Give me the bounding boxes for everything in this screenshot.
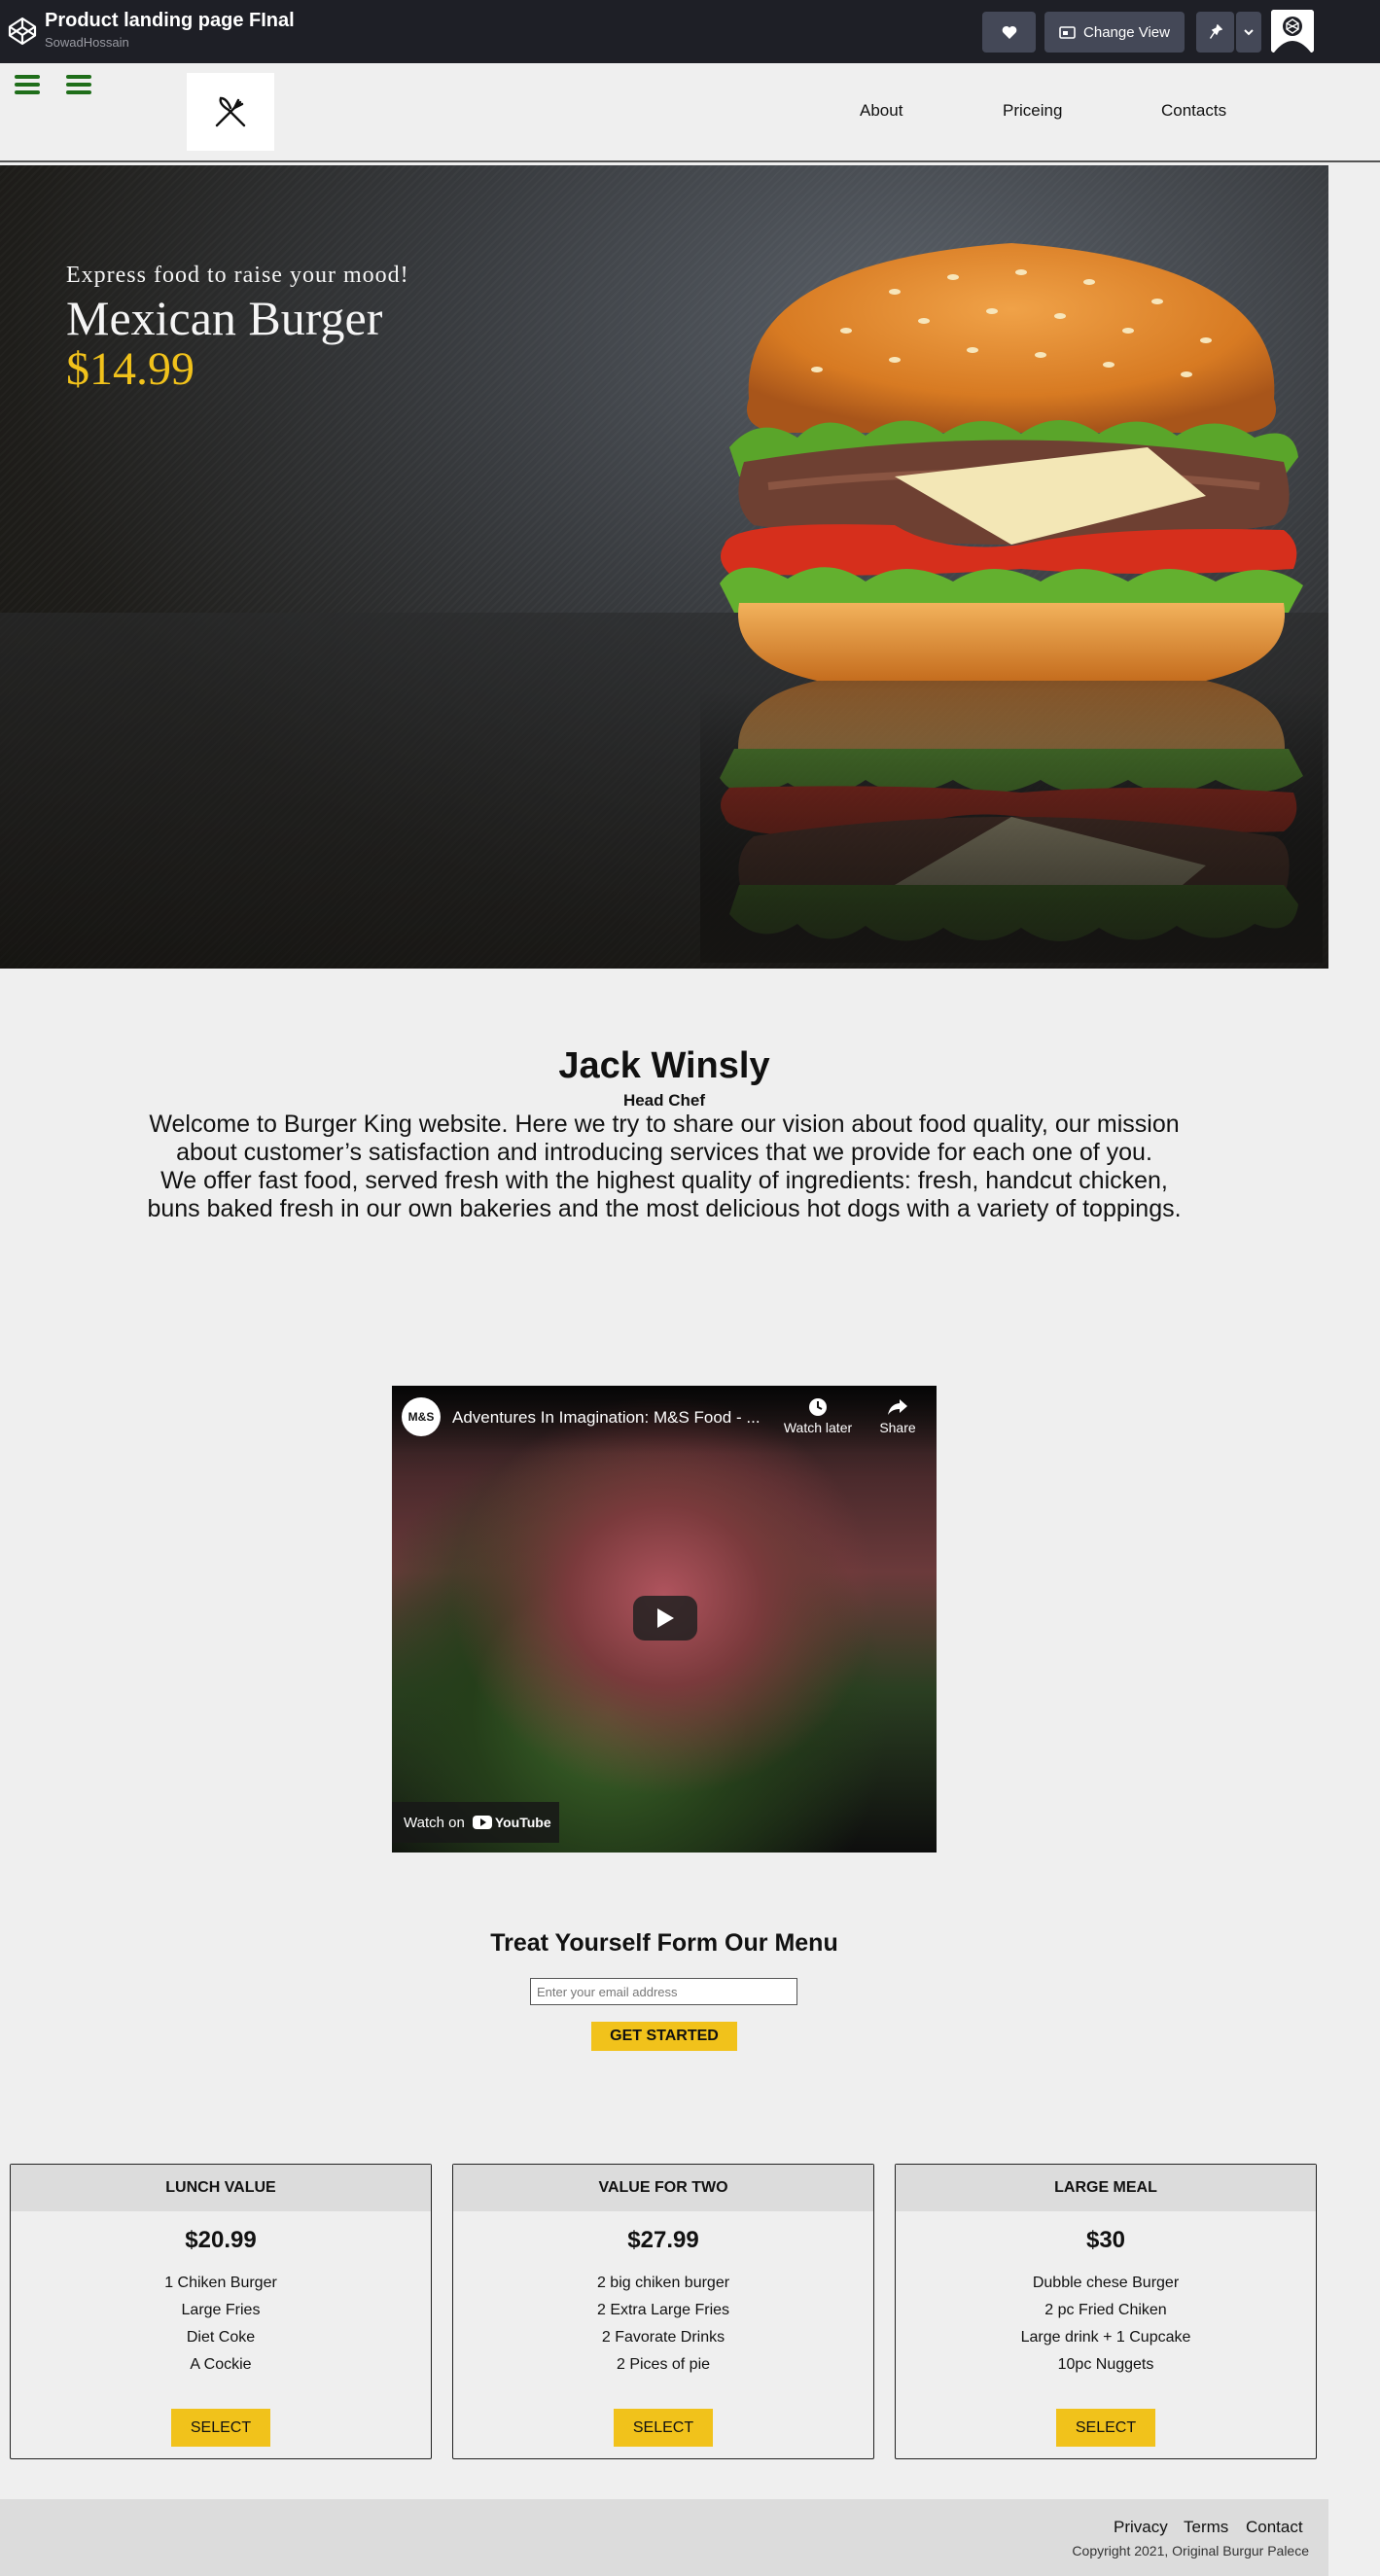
email-field[interactable]	[530, 1978, 797, 2005]
hero-tagline: Express food to raise your mood!	[66, 263, 409, 288]
hero-product-name: Mexican Burger	[66, 291, 383, 345]
heart-icon	[1002, 25, 1016, 39]
plan-item: 2 Favorate Drinks	[601, 2329, 725, 2346]
pin-button[interactable]	[1196, 12, 1234, 53]
nav-link-contacts[interactable]: Contacts	[1161, 101, 1226, 121]
plan-price: $27.99	[627, 2227, 699, 2253]
plan-items: 2 big chiken burger 2 Extra Large Fries …	[453, 2270, 873, 2379]
plan-items: Dubble chese Burger 2 pc Fried Chiken La…	[896, 2270, 1316, 2379]
chef-role: Head Chef	[622, 1091, 706, 1110]
site-footer	[0, 2499, 1328, 2576]
about-paragraph: Welcome to Burger King website. Here we …	[149, 1111, 1180, 1166]
hero-banner: Express food to raise your mood! Mexican…	[0, 165, 1328, 969]
plan-name: LARGE MEAL	[896, 2165, 1316, 2211]
project-author[interactable]: SowadHossain	[45, 35, 129, 50]
change-view-button[interactable]: Change View	[1044, 12, 1185, 53]
plan-item: Diet Coke	[186, 2329, 256, 2346]
plan-name: LUNCH VALUE	[11, 2165, 431, 2211]
plan-item: Dubble chese Burger	[1032, 2275, 1180, 2291]
pin-icon	[1209, 24, 1222, 39]
video-embed[interactable]: M&S Adventures In Imagination: M&S Food …	[392, 1386, 937, 1853]
nav-link-pricing[interactable]: Priceing	[1003, 101, 1062, 121]
play-icon	[657, 1608, 674, 1628]
about-text: Welcome to Burger King website. Here we …	[136, 1111, 1192, 1223]
footer-link-privacy[interactable]: Privacy	[1114, 2518, 1168, 2537]
about-paragraph: We offer fast food, served fresh with th…	[147, 1167, 1182, 1222]
get-started-button[interactable]: GET STARTED	[591, 2022, 737, 2051]
chef-name: Jack Winsly	[558, 1045, 770, 1086]
plan-item: A Cockie	[190, 2356, 252, 2373]
avatar-icon	[1271, 10, 1314, 53]
site-logo[interactable]	[187, 73, 274, 151]
chevron-down-icon	[1244, 28, 1254, 35]
project-title: Product landing page FInal	[45, 10, 295, 31]
plan-price: $20.99	[185, 2227, 257, 2253]
play-button[interactable]	[633, 1596, 697, 1641]
select-button[interactable]: SELECT	[171, 2409, 270, 2447]
form-title: Treat Yourself Form Our Menu	[490, 1929, 838, 1957]
select-button[interactable]: SELECT	[1056, 2409, 1155, 2447]
footer-link-terms[interactable]: Terms	[1184, 2518, 1228, 2537]
watch-later-button[interactable]: Watch later	[779, 1397, 857, 1435]
watch-later-label: Watch later	[783, 1420, 853, 1435]
plan-items: 1 Chiken Burger Large Fries Diet Coke A …	[11, 2270, 431, 2379]
footer-link-contact[interactable]: Contact	[1246, 2518, 1303, 2537]
video-title[interactable]: Adventures In Imagination: M&S Food - ..…	[452, 1408, 761, 1428]
fork-knife-icon	[215, 96, 246, 127]
menu-icon[interactable]	[15, 75, 40, 94]
more-options-button[interactable]	[1236, 12, 1261, 53]
plan-item: 10pc Nuggets	[1057, 2356, 1154, 2373]
plan-item: 2 Extra Large Fries	[596, 2302, 730, 2318]
hero-price: $14.99	[66, 343, 195, 395]
plan-item: 2 big chiken burger	[596, 2275, 730, 2291]
watch-on-label: Watch on	[404, 1814, 465, 1831]
love-button[interactable]	[982, 12, 1036, 53]
plan-item: 1 Chiken Burger	[164, 2275, 277, 2291]
select-button[interactable]: SELECT	[614, 2409, 713, 2447]
channel-logo[interactable]: M&S	[402, 1397, 441, 1436]
nav-link-about[interactable]: About	[860, 101, 902, 121]
change-view-label: Change View	[1083, 23, 1170, 41]
plan-price: $30	[1085, 2227, 1126, 2253]
pricing-card: LARGE MEAL $30 Dubble chese Burger 2 pc …	[895, 2164, 1317, 2459]
plan-name: VALUE FOR TWO	[453, 2165, 873, 2211]
menu-icon[interactable]	[66, 75, 91, 94]
layout-icon	[1059, 25, 1076, 39]
youtube-wordmark: YouTube	[494, 1815, 551, 1830]
clock-icon	[809, 1398, 827, 1416]
share-label: Share	[879, 1420, 916, 1435]
copyright-text: Copyright 2021, Original Burgur Palece	[1072, 2543, 1309, 2558]
user-avatar[interactable]	[1271, 10, 1314, 53]
plan-item: 2 Pices of pie	[616, 2356, 711, 2373]
plan-item: Large Fries	[181, 2302, 261, 2318]
pricing-card: LUNCH VALUE $20.99 1 Chiken Burger Large…	[10, 2164, 432, 2459]
share-button[interactable]: Share	[868, 1397, 927, 1435]
watch-on-youtube[interactable]: Watch on YouTube	[392, 1802, 559, 1843]
share-icon	[888, 1399, 907, 1415]
plan-item: 2 pc Fried Chiken	[1044, 2302, 1167, 2318]
codepen-logo-icon[interactable]	[7, 16, 38, 47]
burger-image	[700, 243, 1323, 963]
youtube-logo-icon: YouTube	[472, 1815, 551, 1830]
plan-item: Large drink + 1 Cupcake	[1020, 2329, 1191, 2346]
pricing-card: VALUE FOR TWO $27.99 2 big chiken burger…	[452, 2164, 874, 2459]
